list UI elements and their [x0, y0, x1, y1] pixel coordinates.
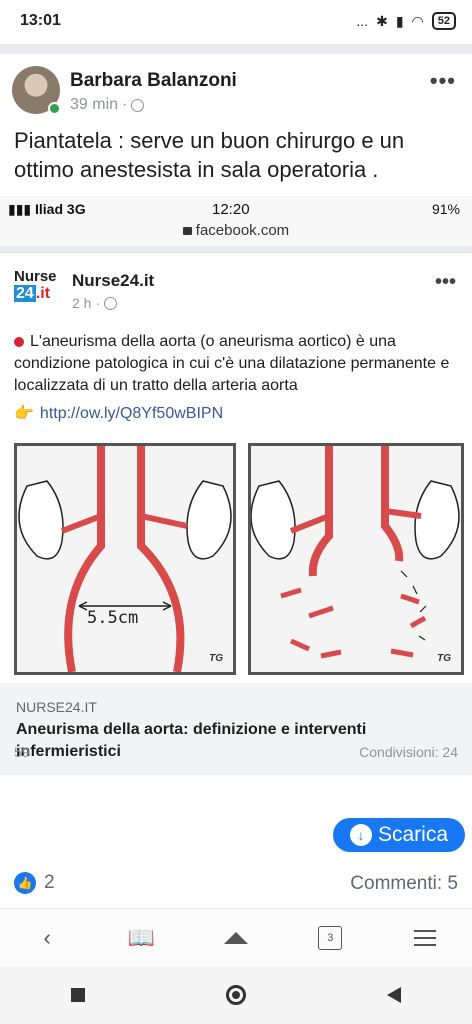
aneurysm-illustration-right: TG: [248, 443, 464, 675]
comments-count[interactable]: Commenti: 5: [350, 873, 458, 895]
aorta-drawing-right: [250, 446, 460, 659]
globe-icon: [131, 98, 145, 112]
browser-toolbar: ‹ 📖 3: [0, 908, 472, 966]
bluetooth-icon: ✱: [376, 12, 388, 29]
post-text: Piantatela : serve un buon chirurgo e un…: [14, 128, 405, 182]
wifi-icon: ◠: [411, 12, 424, 29]
system-navigation-bar: [0, 966, 472, 1024]
cut-off-reactions-row: 59 Condivisioni: 24: [14, 744, 458, 760]
battery-icon: 52: [431, 12, 456, 30]
illustration-signature: TG: [437, 653, 451, 664]
download-arrow-icon: ↓: [349, 824, 372, 846]
status-icons: ... ✱ ▮ ◠ 52: [356, 12, 456, 30]
home-button[interactable]: [216, 918, 256, 958]
online-status-icon: [48, 102, 61, 115]
like-icon: 👍: [14, 872, 36, 894]
top-separator: [0, 44, 472, 54]
status-time: 13:01: [20, 12, 61, 29]
post-header: Barbara Balanzoni 39 min · •••: [0, 54, 472, 124]
screenshot-url-bar: facebook.com: [0, 222, 472, 246]
pointing-hand-icon: 👉: [14, 405, 34, 422]
more-options-button[interactable]: •••: [430, 68, 456, 94]
nurse24-logo: Nurse 24 .it: [14, 268, 57, 302]
aorta-drawing-left: [18, 446, 232, 673]
post-time[interactable]: 39 min: [70, 96, 118, 114]
shared-screenshot[interactable]: ▮▮▮ Iliad 3G 12:20 91% facebook.com Nurs…: [0, 196, 472, 806]
globe-icon: [104, 296, 118, 310]
screenshot-carrier: ▮▮▮ Iliad 3G: [8, 201, 86, 217]
shared-post-card: Nurse 24 .it Nurse24.it 2 h · ••• L'aneur…: [0, 252, 472, 806]
download-button[interactable]: ↓ Scarica: [333, 818, 465, 852]
home-nav-button[interactable]: [225, 985, 246, 1005]
illustration-signature: TG: [209, 653, 223, 664]
screenshot-battery: 91%: [431, 201, 460, 217]
aneurysm-illustration-left: 5.5cm TG: [14, 443, 236, 675]
pin-icon: [14, 336, 24, 347]
more-notifications-icon: ...: [356, 13, 369, 29]
bookmarks-button[interactable]: 📖: [122, 918, 162, 958]
home-icon: [223, 931, 248, 944]
page-meta: 2 h ·: [72, 295, 118, 311]
tabs-count-icon: 3: [318, 925, 343, 950]
back-nav-button[interactable]: [387, 987, 402, 1003]
back-button[interactable]: ‹: [27, 918, 67, 958]
menu-button[interactable]: [405, 918, 445, 958]
reactions-count: 2: [44, 872, 55, 893]
tabs-button[interactable]: 3: [310, 918, 350, 958]
status-bar: 13:01 ... ✱ ▮ ◠ 52: [0, 0, 472, 44]
link-preview-domain: NURSE24.IT: [16, 699, 97, 715]
screenshot-url: facebook.com: [195, 222, 290, 239]
chevron-left-icon: ‹: [43, 924, 51, 950]
signal-icon: ▮: [395, 12, 404, 29]
menu-icon: [413, 929, 436, 946]
lock-icon: [182, 227, 192, 236]
download-label: Scarica: [377, 823, 449, 846]
shared-post-text: L'aneurisma della aorta (o aneurisma aor…: [14, 333, 450, 394]
meta-separator: ·: [122, 96, 128, 113]
reactions-summary[interactable]: 👍 2: [14, 872, 55, 894]
page-name: Nurse24.it: [72, 271, 155, 290]
recents-button[interactable]: [70, 988, 85, 1002]
screenshot-clock: 12:20: [212, 201, 250, 218]
book-icon: 📖: [127, 924, 156, 950]
screenshot-status-bar: ▮▮▮ Iliad 3G 12:20 91%: [0, 196, 472, 222]
shared-post-link: 👉 http://ow.ly/Q8Yf50wBIPN: [14, 405, 224, 422]
aneurysm-size-label: 5.5cm: [87, 608, 139, 628]
post-author[interactable]: Barbara Balanzoni: [70, 70, 237, 92]
link-preview: NURSE24.IT Aneurisma della aorta: defini…: [0, 683, 472, 775]
page-more-icon: •••: [434, 271, 456, 293]
post-meta: 39 min ·: [70, 96, 145, 114]
